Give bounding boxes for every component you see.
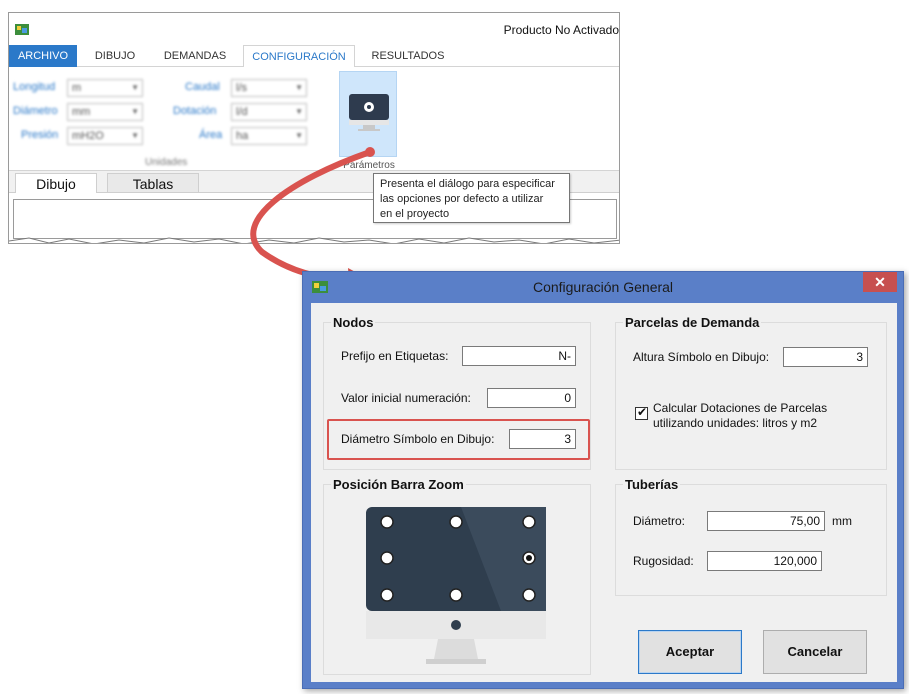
- tooltip-line: Presenta el diálogo para especificar: [380, 178, 555, 190]
- dotacion-label: Dotación: [173, 105, 217, 117]
- monitor-gear-icon: [349, 94, 389, 131]
- tuberias-diametro-input[interactable]: 75,00: [707, 511, 825, 531]
- configuracion-general-dialog: Configuración General ✕ Nodos Prefijo en…: [302, 271, 904, 689]
- dotaciones-checkbox[interactable]: ✔: [635, 405, 648, 420]
- longitud-label: Longitud: [13, 81, 56, 93]
- chevron-down-icon: ▼: [131, 131, 139, 140]
- valor-inicial-label: Valor inicial numeración:: [341, 391, 471, 405]
- zoom-title: Posición Barra Zoom: [331, 477, 466, 492]
- caudal-label: Caudal: [185, 81, 220, 93]
- monitor-stand: [434, 639, 478, 659]
- chevron-down-icon: ▼: [295, 107, 303, 116]
- chevron-down-icon: ▼: [131, 83, 139, 92]
- caudal-select[interactable]: l/s ▼: [231, 79, 307, 97]
- zoom-radio-top-left[interactable]: [380, 515, 394, 529]
- presion-select[interactable]: mH2O ▼: [67, 127, 143, 145]
- altura-simbolo-input[interactable]: 3: [783, 347, 868, 367]
- parametros-tooltip: Presenta el diálogo para especificar las…: [373, 173, 570, 223]
- monitor-base: [426, 659, 486, 664]
- tuberias-diametro-unit: mm: [832, 514, 852, 528]
- chevron-down-icon: ▼: [295, 83, 303, 92]
- zoom-radio-bottom-center[interactable]: [449, 588, 463, 602]
- ribbon-panel: Longitud m ▼ Diámetro mm ▼ Presión mH2O ▼ C…: [9, 67, 619, 171]
- units-group-caption: Unidades: [145, 157, 188, 168]
- parametros-label: Parámetros: [343, 160, 395, 171]
- zoom-radio-middle-left[interactable]: [380, 551, 394, 565]
- tab-configuracion[interactable]: CONFIGURACIÓN: [243, 45, 355, 68]
- prefijo-input[interactable]: N-: [462, 346, 576, 366]
- area-select[interactable]: ha ▼: [231, 127, 307, 145]
- dialog-title: Configuración General: [532, 279, 674, 295]
- zoom-radio-top-right[interactable]: [522, 515, 536, 529]
- tab-archivo[interactable]: ARCHIVO: [9, 45, 77, 67]
- ribbon-titlebar: Producto No Activado: [9, 13, 619, 45]
- close-icon: ✕: [874, 274, 886, 290]
- tuberias-diametro-label: Diámetro:: [633, 514, 686, 528]
- close-button[interactable]: ✕: [863, 272, 897, 292]
- zoom-radio-bottom-right[interactable]: [522, 588, 536, 602]
- cancelar-button[interactable]: Cancelar: [763, 630, 867, 674]
- app-map-icon: [15, 24, 29, 35]
- monitor-logo: [451, 620, 461, 630]
- tab-resultados[interactable]: RESULTADOS: [363, 45, 453, 67]
- dialog-client: Nodos Prefijo en Etiquetas: N- Valor ini…: [311, 303, 897, 682]
- parcelas-title: Parcelas de Demanda: [623, 315, 762, 330]
- aceptar-button[interactable]: Aceptar: [638, 630, 742, 674]
- altura-simbolo-label: Altura Símbolo en Dibujo:: [633, 350, 770, 364]
- tuberias-title: Tuberías: [623, 477, 681, 492]
- chevron-down-icon: ▼: [131, 107, 139, 116]
- valor-inicial-input[interactable]: 0: [487, 388, 576, 408]
- presion-label: Presión: [21, 129, 59, 141]
- checkmark-icon: ✔: [637, 405, 648, 419]
- tab-dibujo[interactable]: DIBUJO: [85, 45, 145, 67]
- product-status: Producto No Activado: [503, 23, 619, 37]
- diametro-unit-label: Diámetro: [13, 105, 58, 117]
- tooltip-line: en el proyecto: [380, 208, 450, 220]
- zoom-position-picker: [366, 507, 546, 664]
- doc-tab-tablas[interactable]: Tablas: [107, 173, 199, 193]
- diametro-select[interactable]: mm ▼: [67, 103, 143, 121]
- prefijo-label: Prefijo en Etiquetas:: [341, 349, 449, 363]
- rugosidad-label: Rugosidad:: [633, 554, 694, 568]
- area-label: Área: [199, 129, 223, 141]
- longitud-select[interactable]: m ▼: [67, 79, 143, 97]
- nodos-title: Nodos: [331, 315, 376, 330]
- parametros-button[interactable]: Parámetros: [339, 71, 397, 171]
- dotaciones-label-1: Calcular Dotaciones de Parcelas: [653, 401, 828, 415]
- tab-demandas[interactable]: DEMANDAS: [155, 45, 235, 67]
- doc-tab-dibujo[interactable]: Dibujo: [15, 173, 97, 193]
- chevron-down-icon: ▼: [295, 131, 303, 140]
- zoom-radio-bottom-left[interactable]: [380, 588, 394, 602]
- dotacion-select[interactable]: l/d ▼: [231, 103, 307, 121]
- dialog-titlebar: Configuración General ✕: [303, 272, 903, 302]
- torn-edge: [9, 237, 619, 243]
- zoom-radio-selected-dot: [526, 555, 532, 561]
- parcelas-group: [615, 322, 887, 470]
- dotaciones-label-2: utilizando unidades: litros y m2: [653, 416, 818, 430]
- tuberias-group: [615, 484, 887, 596]
- diametro-simbolo-label: Diámetro Símbolo en Dibujo:: [341, 432, 495, 446]
- tooltip-line: las opciones por defecto a utilizar: [380, 193, 544, 205]
- zoom-radio-top-center[interactable]: [449, 515, 463, 529]
- rugosidad-input[interactable]: 120,000: [707, 551, 822, 571]
- ribbon-tabs: ARCHIVO DIBUJO DEMANDAS CONFIGURACIÓN RE…: [9, 45, 619, 68]
- diametro-simbolo-input[interactable]: 3: [509, 429, 576, 449]
